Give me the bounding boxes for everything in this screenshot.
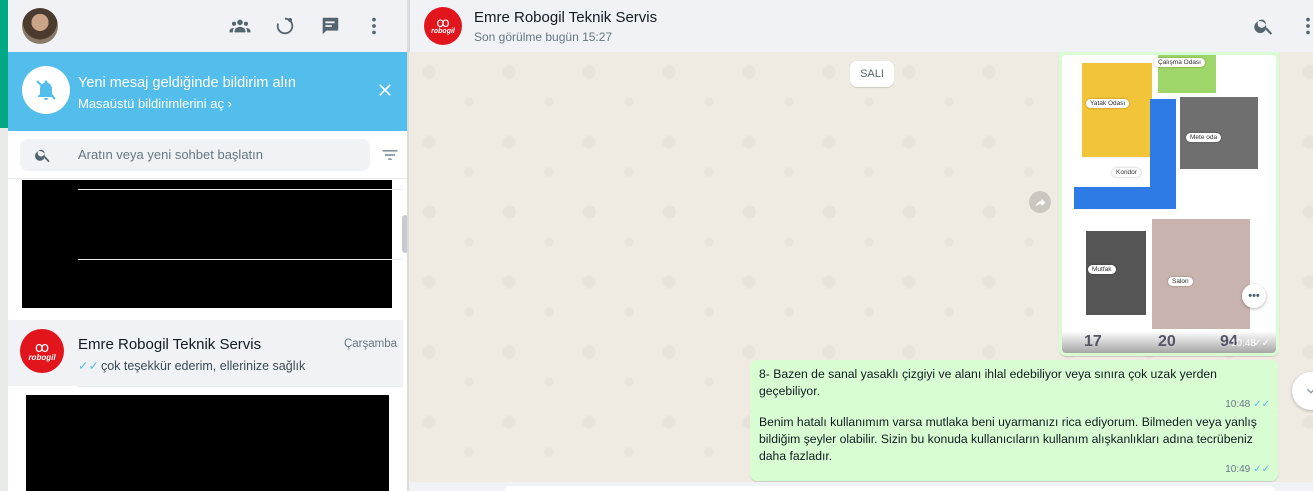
enable-notifications-link[interactable]: Masaüstü bildirimlerini aç › <box>78 96 232 111</box>
robogil-logo-icon: ꝏ <box>436 15 450 30</box>
map-label-mete: Mete oda <box>1186 133 1222 142</box>
chat-wallpaper: SALI Çalışma Odası Yatak Odası Mete oda … <box>409 52 1313 491</box>
communities-icon[interactable] <box>228 14 252 38</box>
robogil-logo-text: robogil <box>431 28 455 35</box>
map-bottom-number: 17 <box>1084 333 1102 350</box>
chevron-down-icon <box>1307 388 1313 394</box>
map-label-living: Salon <box>1168 277 1193 286</box>
search-icon <box>34 146 52 164</box>
bell-off-icon <box>22 66 70 114</box>
contact-name: Emre Robogil Teknik Servis <box>474 9 658 26</box>
chat-last-message-text: çok teşekkür ederim, ellerinize sağlık <box>100 359 306 373</box>
read-ticks-icon: ✓✓ <box>1253 464 1270 475</box>
image-message[interactable]: Çalışma Odası Yatak Odası Mete oda Korid… <box>1059 52 1279 356</box>
enable-notifications-link-text: Masaüstü bildirimlerini aç <box>78 96 224 111</box>
chat-time: Çarşamba <box>343 338 397 350</box>
chevron-right-icon: › <box>227 96 232 111</box>
map-room-bedroom <box>1082 63 1152 157</box>
redacted-chat-item <box>26 395 389 491</box>
sidebar-header <box>8 0 407 52</box>
sidebar: Yeni mesaj geldiğinde bildirim alın Masa… <box>8 0 408 491</box>
redacted-chat-item <box>22 180 392 308</box>
contact-avatar[interactable]: ꝏ robogil <box>424 7 462 45</box>
conversation-panel: ꝏ robogil Emre Robogil Teknik Servis Son… <box>409 0 1313 491</box>
robogil-logo-text: robogil <box>28 352 56 362</box>
map-room-corridor-lower <box>1074 187 1174 209</box>
divider <box>78 259 403 260</box>
status-icon[interactable] <box>273 14 297 38</box>
read-ticks-icon: ✓✓ <box>78 359 99 373</box>
message-meta: 10:49 ✓✓ <box>1225 461 1270 478</box>
search-input[interactable]: Aratın veya yeni sohbet başlatın <box>20 139 370 171</box>
left-edge-strip <box>0 0 8 491</box>
message-text: 8- Bazen de sanal yasaklı çizgiyi ve ala… <box>759 367 1217 398</box>
map-bottom-number: 20 <box>1158 333 1176 350</box>
chat-list-scrollbar[interactable] <box>402 215 407 253</box>
read-ticks-icon: ✓✓ <box>1253 338 1270 349</box>
brand-green-bar <box>0 0 8 128</box>
menu-dots-icon[interactable] <box>1297 15 1313 37</box>
menu-dots-icon[interactable] <box>362 14 386 38</box>
date-chip: SALI <box>850 61 894 87</box>
notification-banner[interactable]: Yeni mesaj geldiğinde bildirim alın Masa… <box>8 52 407 131</box>
search-placeholder: Aratın veya yeni sohbet başlatın <box>78 147 264 162</box>
chat-name: Emre Robogil Teknik Servis <box>78 336 262 353</box>
compose-bar <box>409 482 1313 491</box>
filter-icon[interactable] <box>380 145 400 165</box>
last-seen-status: Son görülme bugün 15:27 <box>474 30 613 44</box>
map-room-living <box>1152 219 1250 329</box>
map-label-study: Çalışma Odası <box>1154 58 1205 67</box>
search-row: Aratın veya yeni sohbet başlatın <box>8 131 407 179</box>
notification-title: Yeni mesaj geldiğinde bildirim alın <box>78 75 296 91</box>
message-input[interactable] <box>505 486 1275 491</box>
new-chat-icon[interactable] <box>318 14 342 38</box>
map-label-corridor: Koridor <box>1112 168 1141 177</box>
robot-map-image[interactable]: Çalışma Odası Yatak Odası Mete oda Korid… <box>1062 55 1276 353</box>
message-bubble[interactable]: Benim hatalı kullanımım varsa mutlaka be… <box>750 408 1278 481</box>
conversation-header[interactable]: ꝏ robogil Emre Robogil Teknik Servis Son… <box>409 0 1313 52</box>
forward-icon[interactable] <box>1029 191 1051 213</box>
user-avatar[interactable] <box>22 8 58 44</box>
map-label-bedroom: Yatak Odası <box>1086 99 1130 108</box>
close-icon[interactable] <box>375 80 395 100</box>
image-more-button[interactable]: ••• <box>1242 284 1266 308</box>
search-icon[interactable] <box>1253 15 1275 37</box>
robogil-logo-icon: ꝏ <box>34 338 50 355</box>
message-time: 10:48 <box>1230 338 1256 349</box>
chat-list: ꝏ robogil Emre Robogil Teknik Servis Çar… <box>8 179 407 491</box>
divider <box>78 189 403 190</box>
map-label-kitchen: Mutfak <box>1088 265 1116 274</box>
message-time: 10:49 <box>1225 464 1251 475</box>
chat-item-emre-robogil[interactable]: ꝏ robogil Emre Robogil Teknik Servis Çar… <box>8 320 403 386</box>
robogil-logo: ꝏ robogil <box>20 329 64 373</box>
message-text: Benim hatalı kullanımım varsa mutlaka be… <box>759 415 1257 463</box>
chat-last-message: ✓✓ çok teşekkür ederim, ellerinize sağlık <box>78 358 305 373</box>
divider <box>78 386 403 387</box>
